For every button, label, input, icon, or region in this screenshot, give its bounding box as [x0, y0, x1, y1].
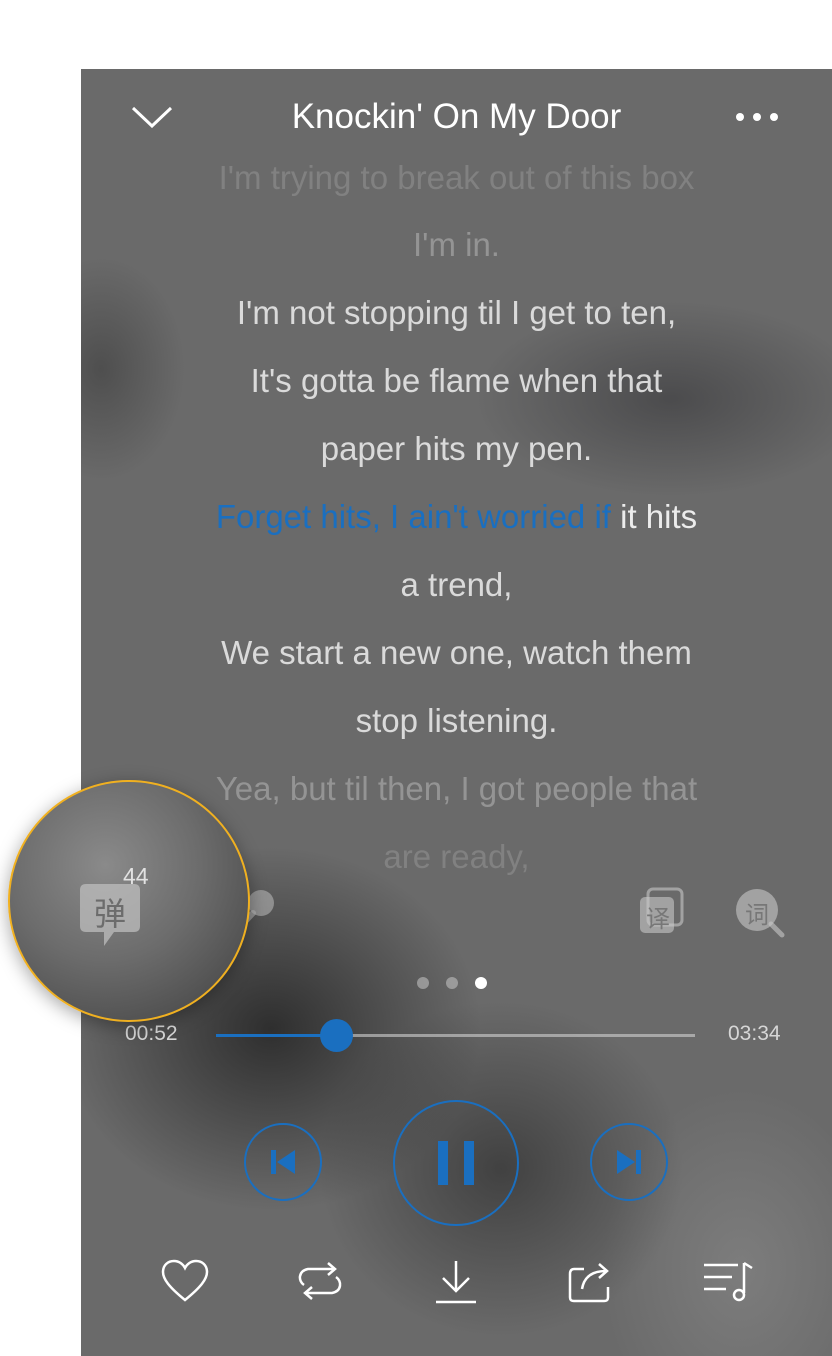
- repeat-icon[interactable]: [294, 1259, 346, 1303]
- total-time: 03:34: [728, 1022, 781, 1045]
- current-lyric-line: Forget hits, I ain't worried if it hits: [81, 497, 832, 537]
- lyric-line: We start a new one, watch them: [221, 634, 692, 671]
- lyric-line: I'm trying to break out of this box: [218, 159, 695, 196]
- danmu-button[interactable]: 弹: [78, 880, 142, 950]
- elapsed-time: 00:52: [125, 1022, 178, 1045]
- translate-label: 译: [646, 905, 670, 933]
- lyric-search-label: 词: [745, 901, 769, 929]
- share-icon[interactable]: [568, 1259, 614, 1303]
- lyric-line: I'm in.: [413, 226, 500, 263]
- play-pause-button[interactable]: [393, 1100, 519, 1226]
- lyric-line: a trend,: [400, 566, 513, 603]
- page-indicator: [417, 977, 487, 989]
- lyric-line: It's gotta be flame when that: [250, 362, 663, 399]
- heart-icon[interactable]: [161, 1259, 209, 1303]
- lyric-line: I'm not stopping til I get to ten,: [236, 294, 677, 331]
- page-dot[interactable]: [417, 977, 429, 989]
- playlist-icon[interactable]: [702, 1259, 754, 1303]
- skip-next-icon: [617, 1150, 641, 1174]
- danmu-label: 弹: [93, 895, 126, 933]
- player-screen: Knockin' On My Door I'm trying to break …: [81, 69, 832, 1356]
- more-dots-icon[interactable]: [735, 107, 779, 127]
- page-dot[interactable]: [446, 977, 458, 989]
- danmu-count-badge: 44: [123, 863, 149, 889]
- download-icon[interactable]: [434, 1259, 478, 1305]
- song-title: Knockin' On My Door: [291, 97, 622, 136]
- page-dot-active[interactable]: [475, 977, 487, 989]
- previous-button[interactable]: [244, 1123, 322, 1201]
- lyric-line: paper hits my pen.: [320, 430, 593, 467]
- seek-bar-thumb[interactable]: [319, 1019, 353, 1052]
- seek-bar-fill: [216, 1034, 336, 1037]
- lyric-line: stop listening.: [355, 702, 558, 739]
- current-lyric-remaining: it hits: [610, 498, 698, 535]
- current-lyric-sung: Forget hits, I ain't worried if: [215, 498, 611, 535]
- skip-previous-icon: [271, 1150, 295, 1174]
- pause-icon: [438, 1141, 474, 1185]
- translate-icon[interactable]: 译: [638, 887, 686, 935]
- lyric-search-icon[interactable]: 词: [735, 888, 785, 938]
- next-button[interactable]: [590, 1123, 668, 1201]
- seek-bar[interactable]: [216, 1019, 695, 1052]
